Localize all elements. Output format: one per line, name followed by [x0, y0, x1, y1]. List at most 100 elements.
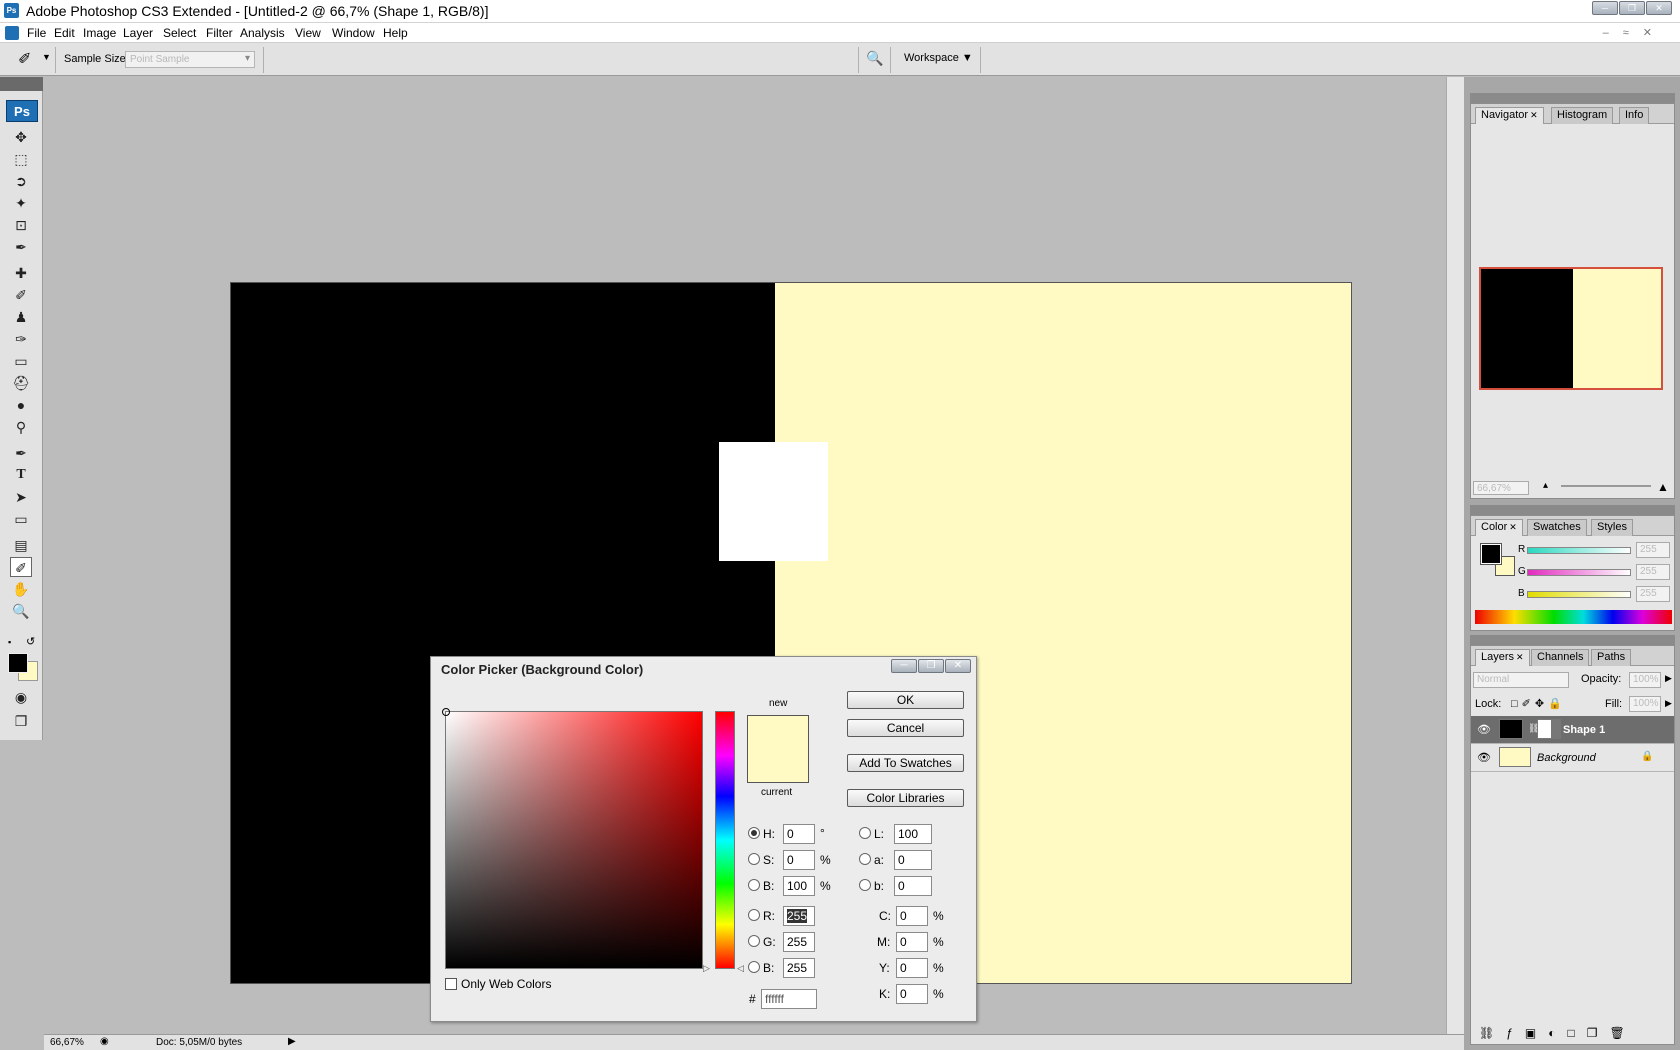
layer-row-background[interactable]: 👁 Background 🔒: [1471, 744, 1674, 772]
menu-window[interactable]: Window: [332, 26, 375, 40]
restore-icon[interactable]: ❐: [918, 659, 944, 673]
healing-brush-tool-icon[interactable]: ✚: [10, 263, 32, 283]
opacity-arrow-icon[interactable]: ▶: [1665, 673, 1672, 684]
eye-icon[interactable]: 👁: [1477, 751, 1491, 764]
add-to-swatches-button[interactable]: Add To Swatches: [847, 754, 964, 772]
red-radio[interactable]: [748, 909, 760, 921]
lab-b-radio[interactable]: [859, 879, 871, 891]
history-brush-tool-icon[interactable]: ✑: [10, 329, 32, 349]
tab-layers[interactable]: Layers ✕: [1475, 649, 1530, 666]
opacity-field[interactable]: 100%: [1629, 672, 1661, 688]
tab-color[interactable]: Color ✕: [1475, 519, 1523, 536]
color-field[interactable]: [442, 708, 703, 969]
close-icon[interactable]: ✕: [1530, 110, 1538, 120]
close-icon[interactable]: ✕: [1646, 1, 1672, 15]
eye-icon[interactable]: 👁: [1477, 723, 1491, 736]
hue-slider-right-handle-icon[interactable]: ◁: [737, 963, 744, 974]
saturation-input[interactable]: 0: [783, 850, 815, 870]
color-ramp[interactable]: [1475, 610, 1672, 624]
clone-stamp-tool-icon[interactable]: ♟: [10, 307, 32, 327]
foreground-color-swatch[interactable]: [8, 653, 28, 673]
lasso-tool-icon[interactable]: ➲: [10, 171, 32, 191]
restore-icon[interactable]: ❐: [1619, 1, 1645, 15]
tab-histogram[interactable]: Histogram: [1551, 107, 1614, 124]
chevron-down-icon[interactable]: ▼: [42, 52, 51, 62]
magenta-input[interactable]: 0: [896, 932, 928, 952]
menu-layer[interactable]: Layer: [123, 26, 153, 40]
brightness-radio[interactable]: [748, 879, 760, 891]
layer-name[interactable]: Background: [1537, 752, 1596, 764]
menu-filter[interactable]: Filter: [206, 26, 233, 40]
workspace-button[interactable]: Workspace ▼: [904, 52, 973, 64]
pen-tool-icon[interactable]: ✒: [10, 443, 32, 463]
type-tool-icon[interactable]: T: [10, 465, 32, 485]
default-colors-icon[interactable]: ▪: [8, 637, 11, 647]
navigator-preview[interactable]: [1479, 267, 1663, 390]
sample-size-select[interactable]: Point Sample: [125, 51, 255, 68]
green-slider[interactable]: [1527, 569, 1631, 576]
quick-mask-icon[interactable]: ◉: [10, 687, 32, 707]
foreground-color-swatch[interactable]: [1480, 543, 1502, 565]
path-selection-tool-icon[interactable]: ➤: [10, 487, 32, 507]
hue-slider-left-handle-icon[interactable]: ▷: [703, 963, 710, 974]
hand-tool-icon[interactable]: ✋: [10, 579, 32, 599]
hue-radio[interactable]: [748, 827, 760, 839]
status-info-icon[interactable]: ◉: [100, 1036, 109, 1047]
swap-colors-icon[interactable]: ↺: [26, 635, 35, 648]
tab-swatches[interactable]: Swatches: [1527, 519, 1587, 536]
zoom-tool-icon[interactable]: 🔍: [10, 601, 32, 621]
menu-analysis[interactable]: Analysis: [240, 26, 285, 40]
color-field-cursor[interactable]: [442, 708, 450, 716]
menu-image[interactable]: Image: [83, 26, 116, 40]
blue-input[interactable]: 255: [783, 958, 815, 978]
tab-channels[interactable]: Channels: [1531, 649, 1590, 666]
layer-actions-icons[interactable]: ⛓ƒ▣◐□❐🗑: [1479, 1026, 1637, 1040]
cyan-input[interactable]: 0: [896, 906, 928, 926]
blur-tool-icon[interactable]: ●: [10, 395, 32, 415]
blue-slider[interactable]: [1527, 591, 1631, 598]
vertical-scrollbar[interactable]: [1446, 77, 1464, 1034]
fill-field[interactable]: 100%: [1629, 696, 1661, 712]
magic-wand-tool-icon[interactable]: ✦: [10, 193, 32, 213]
menu-select[interactable]: Select: [163, 26, 196, 40]
cancel-button[interactable]: Cancel: [847, 719, 964, 737]
green-value[interactable]: 255: [1636, 564, 1670, 580]
navigator-zoom-field[interactable]: 66,67%: [1473, 481, 1529, 495]
dodge-tool-icon[interactable]: ⚲: [10, 417, 32, 437]
status-menu-arrow-icon[interactable]: ▶: [288, 1036, 296, 1047]
zoom-level[interactable]: 66,67%: [50, 1037, 84, 1048]
notes-tool-icon[interactable]: ▤: [10, 535, 32, 555]
document-window-controls-icon[interactable]: –≈✕: [1603, 26, 1666, 39]
only-web-colors-checkbox[interactable]: [445, 978, 457, 990]
marquee-tool-icon[interactable]: ⬚: [10, 149, 32, 169]
lab-b-input[interactable]: 0: [894, 876, 932, 896]
close-icon[interactable]: ✕: [1516, 652, 1524, 662]
hue-slider[interactable]: [715, 711, 735, 969]
minimize-icon[interactable]: ─: [891, 659, 917, 673]
shape-tool-icon[interactable]: ▭: [10, 509, 32, 529]
lock-icons[interactable]: □✐✥🔒: [1511, 697, 1566, 710]
move-tool-icon[interactable]: ✥: [10, 127, 32, 147]
menu-file[interactable]: File: [27, 26, 46, 40]
yellow-input[interactable]: 0: [896, 958, 928, 978]
tab-navigator[interactable]: Navigator ✕: [1475, 107, 1544, 124]
tab-styles[interactable]: Styles: [1591, 519, 1633, 536]
eraser-tool-icon[interactable]: ▭: [10, 351, 32, 371]
eyedropper-tool-preset-icon[interactable]: ✐: [18, 49, 31, 69]
green-radio[interactable]: [748, 935, 760, 947]
close-icon[interactable]: ✕: [1509, 522, 1517, 532]
minimize-icon[interactable]: ─: [1592, 1, 1618, 15]
zoom-out-icon[interactable]: ▴: [1543, 480, 1548, 491]
blend-mode-select[interactable]: Normal: [1473, 672, 1569, 688]
ok-button[interactable]: OK: [847, 691, 964, 709]
lab-a-radio[interactable]: [859, 853, 871, 865]
fill-arrow-icon[interactable]: ▶: [1665, 698, 1672, 709]
lab-l-input[interactable]: 100: [894, 824, 932, 844]
shape-1[interactable]: [719, 442, 828, 561]
layer-name[interactable]: Shape 1: [1563, 724, 1605, 736]
screen-mode-icon[interactable]: ❐: [10, 711, 32, 731]
tab-info[interactable]: Info: [1619, 107, 1650, 124]
eyedropper-tool-icon[interactable]: ✐: [10, 557, 32, 577]
panel-group-grip[interactable]: [1470, 93, 1675, 103]
brightness-input[interactable]: 100: [783, 876, 815, 896]
